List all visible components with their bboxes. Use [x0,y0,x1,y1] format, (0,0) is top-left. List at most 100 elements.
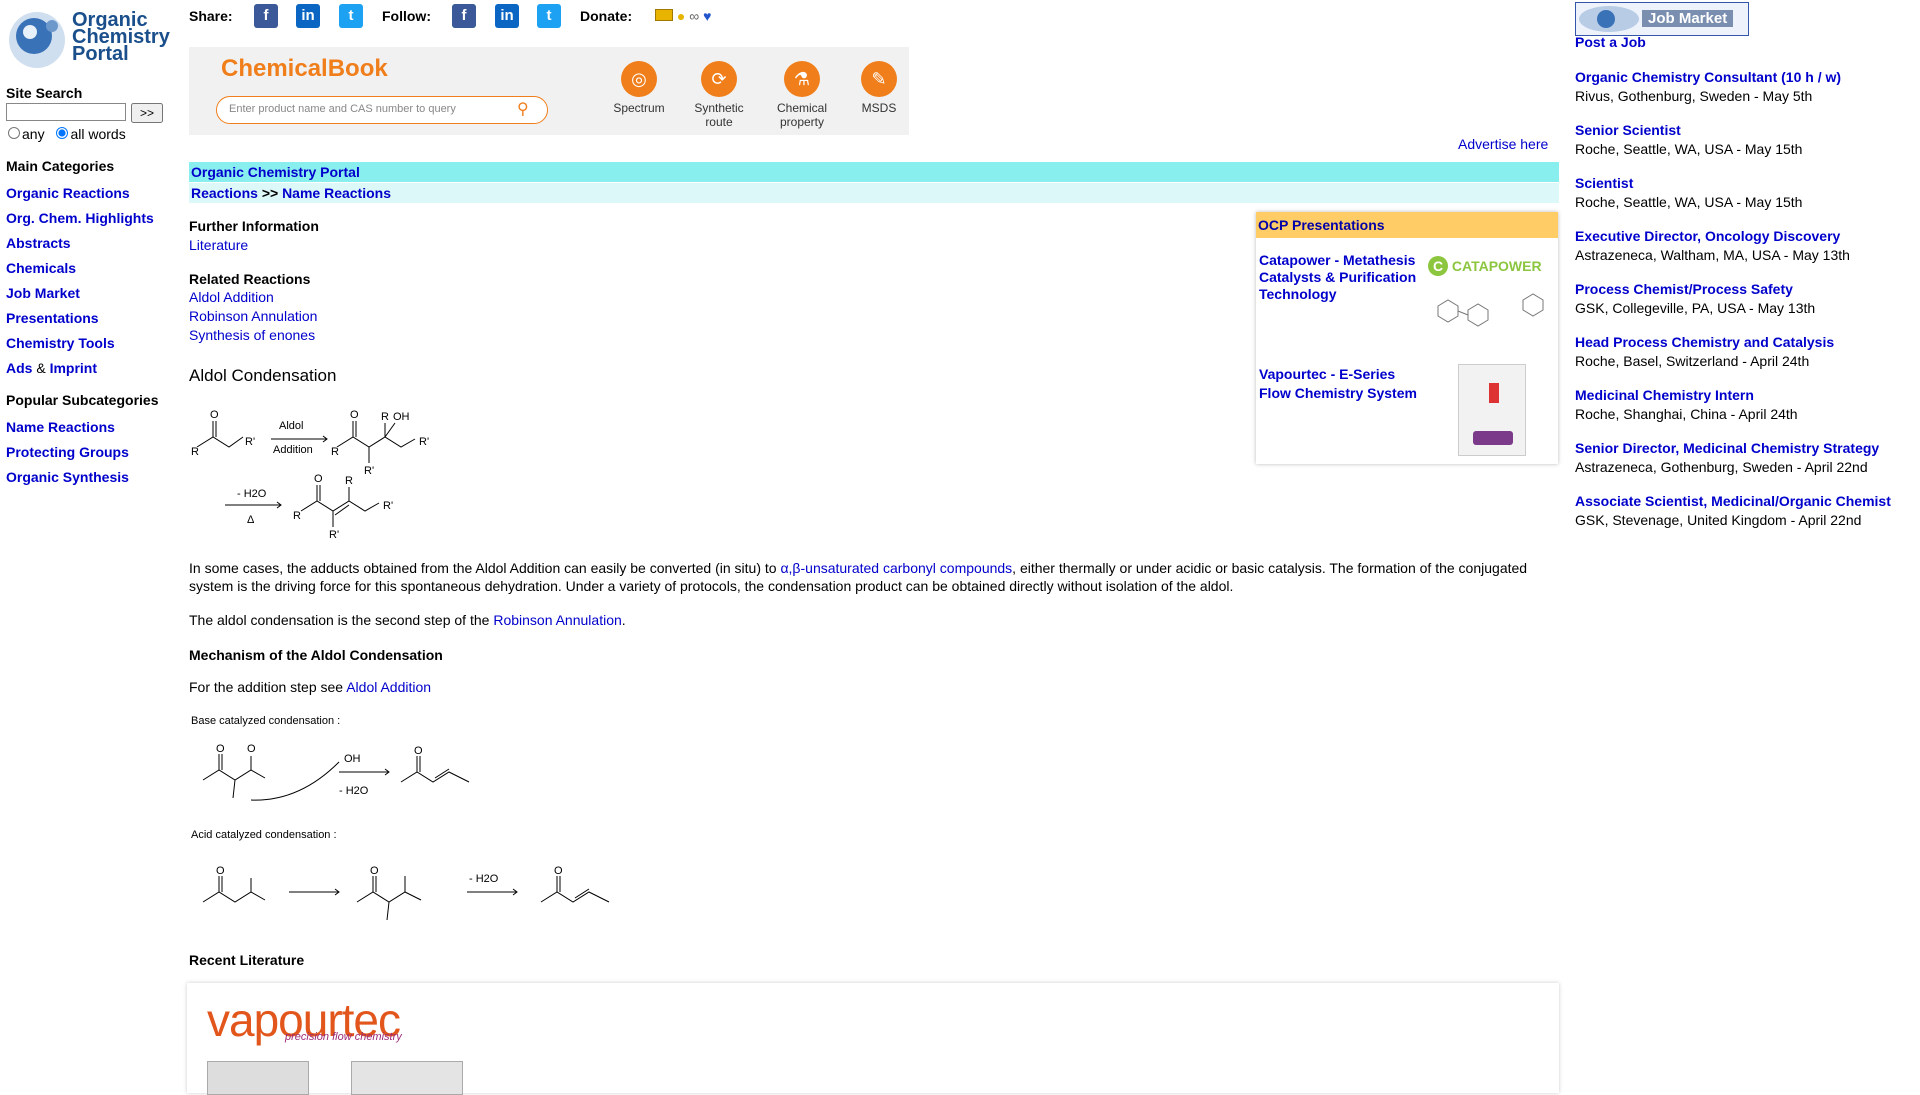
scheme-addition: Addition [273,444,313,456]
job-title-3[interactable]: Scientist [1575,175,1802,191]
vapourtec-device-image[interactable] [1458,364,1526,456]
acid-label: Acid catalyzed condensation : [191,829,337,841]
catapower-logo[interactable]: C CATAPOWER [1428,256,1542,276]
paragraph-3: For the addition step see Aldol Addition [189,679,431,695]
chemicalbook-banner[interactable]: ChemicalBook Enter product name and CAS … [189,47,909,135]
radio-all-words[interactable] [56,127,69,139]
job-title-2[interactable]: Senior Scientist [1575,122,1802,138]
mechanism-scheme: Base catalyzed condensation : O O O OH -… [191,715,610,921]
search-mode-options: any all words [8,126,126,142]
breadcrumb-name-reactions[interactable]: Name Reactions [282,185,391,201]
nav-ads-imprint-row: Ads & Imprint [6,360,97,376]
ocp-vapourtec-link[interactable]: Vapourtec - E-Series Flow Chemistry Syst… [1259,365,1429,403]
job-detail-2: Roche, Seattle, WA, USA - May 15th [1575,141,1803,157]
ocp-catapower-link[interactable]: Catapower - Metathesis Catalysts & Purif… [1259,252,1429,303]
nav-amp: & [36,360,46,376]
vapourtec-advert[interactable]: vapourtec precision flow chemistry [187,983,1559,1095]
scheme-minus-h2o: - H2O [237,488,267,500]
radio-any[interactable] [8,127,20,139]
nav-chemicals[interactable]: Chemicals [6,260,76,276]
job-detail-1: Rivus, Gothenburg, Sweden - May 5th [1575,88,1813,104]
job-detail-9: GSK, Stevenage, United Kingdom - April 2… [1575,512,1862,528]
ocp-title: OCP Presentations [1256,212,1558,238]
job-title-8[interactable]: Senior Director, Medicinal Chemistry Str… [1575,440,1879,456]
follow-twitter-icon[interactable]: t [537,4,561,28]
follow-linkedin-icon[interactable]: in [495,4,519,28]
nav-chemistry-tools[interactable]: Chemistry Tools [6,335,115,351]
heart-icon[interactable]: ♥ [703,8,711,24]
literature-link[interactable]: Literature [189,237,248,253]
chemicalbook-search[interactable]: Enter product name and CAS number to que… [216,96,548,124]
job-item: Associate Scientist, Medicinal/Organic C… [1575,493,1891,528]
job-detail-5: GSK, Collegeville, PA, USA - May 13th [1575,300,1816,316]
job-item: Executive Director, Oncology Discovery As… [1575,228,1850,263]
job-title-9[interactable]: Associate Scientist, Medicinal/Organic C… [1575,493,1891,509]
nav-organic-reactions[interactable]: Organic Reactions [6,185,130,201]
nav-protecting-groups[interactable]: Protecting Groups [6,444,129,460]
catapower-structures-image[interactable] [1428,286,1548,330]
donate-icons[interactable]: ● ∞ ♥ [655,8,711,24]
mechanism-title: Mechanism of the Aldol Condensation [189,647,443,663]
ocp-presentations: OCP Presentations Catapower - Metathesis… [1256,212,1558,464]
aldol-addition-link[interactable]: Aldol Addition [346,679,431,695]
cb-spectrum-button[interactable]: ◎ Spectrum [609,61,669,115]
link-icon[interactable]: ∞ [689,8,699,24]
p1-text-a: In some cases, the adducts obtained from… [189,560,781,576]
job-title-5[interactable]: Process Chemist/Process Safety [1575,281,1815,297]
robinson-annulation-link[interactable]: Robinson Annulation [493,612,621,628]
cb-property-label: property [779,115,825,129]
nav-ads[interactable]: Ads [6,360,32,376]
product-image-2 [351,1061,463,1095]
share-facebook-icon[interactable]: f [254,4,278,28]
share-label: Share: [189,8,233,24]
portal-header-bar: Organic Chemistry Portal [189,162,1559,182]
cb-synthetic-route-button[interactable]: ⟳ Synthetic route [689,61,749,129]
further-info-title: Further Information [189,218,319,234]
card-icon[interactable] [655,9,673,21]
nav-job-market[interactable]: Job Market [6,285,80,301]
related-robinson-annulation[interactable]: Robinson Annulation [189,308,317,324]
alpha-beta-unsaturated-link[interactable]: α,β-unsaturated carbonyl compounds [780,560,1012,576]
follow-facebook-icon[interactable]: f [452,4,476,28]
related-synthesis-of-enones[interactable]: Synthesis of enones [189,327,315,343]
job-title-1[interactable]: Organic Chemistry Consultant (10 h / w) [1575,69,1841,85]
breadcrumb-reactions[interactable]: Reactions [191,185,258,201]
search-submit-button[interactable]: >> [131,103,163,123]
job-title-4[interactable]: Executive Director, Oncology Discovery [1575,228,1850,244]
scheme-r1-3: R' [364,465,374,477]
related-aldol-addition[interactable]: Aldol Addition [189,289,274,305]
search-input[interactable] [6,103,126,121]
mech-o-2: O [247,743,256,755]
nav-name-reactions[interactable]: Name Reactions [6,419,115,435]
job-market-banner[interactable]: Job Market [1575,2,1749,36]
mech-o-4: O [216,865,225,877]
share-twitter-icon[interactable]: t [339,4,363,28]
share-linkedin-icon[interactable]: in [296,4,320,28]
breadcrumb-portal[interactable]: Organic Chemistry Portal [191,164,360,180]
job-market-title: Job Market [1642,10,1734,27]
scheme-r1-2: R' [419,436,429,448]
job-item: Scientist Roche, Seattle, WA, USA - May 1… [1575,175,1802,210]
bulb-icon[interactable]: ● [677,8,685,24]
nav-imprint[interactable]: Imprint [50,360,97,376]
post-a-job-link[interactable]: Post a Job [1575,34,1646,50]
job-detail-6: Roche, Basel, Switzerland - April 24th [1575,353,1810,369]
site-logo[interactable]: Organic Chemistry Portal [6,6,170,70]
follow-label: Follow: [382,8,431,24]
radio-any-label: any [22,126,45,142]
nav-abstracts[interactable]: Abstracts [6,235,71,251]
nav-org-chem-highlights[interactable]: Org. Chem. Highlights [6,210,154,226]
job-title-6[interactable]: Head Process Chemistry and Catalysis [1575,334,1834,350]
advertise-link[interactable]: Advertise here [1458,136,1548,152]
scheme-r-3: R [381,411,389,423]
nav-organic-synthesis[interactable]: Organic Synthesis [6,469,129,485]
vapourtec-tagline: precision flow chemistry [285,1031,402,1043]
breadcrumb-separator: >> [261,185,279,201]
cb-msds-button[interactable]: ✎ MSDS [854,61,904,115]
job-title-7[interactable]: Medicinal Chemistry Intern [1575,387,1798,403]
mech-o-3: O [414,745,423,757]
search-icon[interactable]: ⚲ [517,99,529,119]
cb-chemical-property-button[interactable]: ⚗ Chemical property [769,61,835,129]
scheme-oh: OH [393,411,410,423]
nav-presentations[interactable]: Presentations [6,310,99,326]
